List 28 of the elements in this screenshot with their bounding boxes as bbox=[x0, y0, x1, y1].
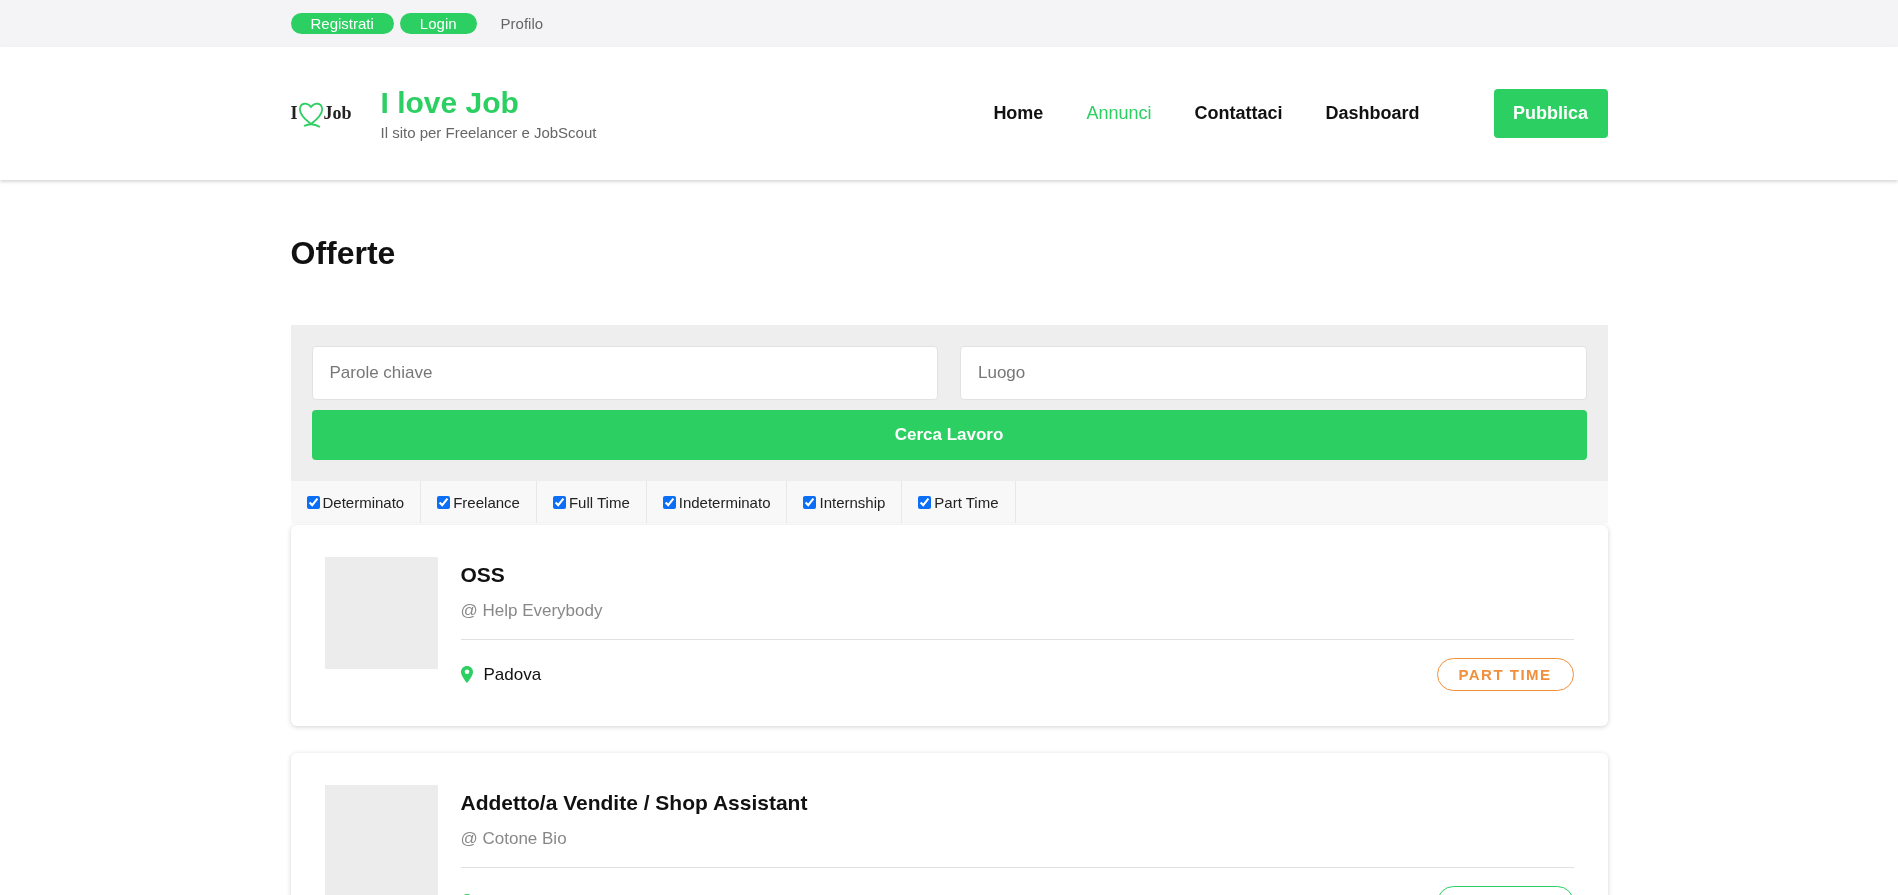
map-pin-icon bbox=[460, 666, 473, 683]
filter-checkbox[interactable] bbox=[437, 495, 451, 509]
filter-checkbox[interactable] bbox=[306, 495, 320, 509]
site-tagline: Il sito per Freelancer e JobScout bbox=[380, 124, 597, 141]
filter-label: Full Time bbox=[568, 493, 630, 511]
site-title: I love Job bbox=[380, 86, 520, 120]
filter-label: Determinato bbox=[322, 493, 405, 511]
logo: I Job bbox=[290, 99, 381, 128]
nav-link[interactable]: Home bbox=[993, 103, 1044, 124]
nav-link[interactable]: Contattaci bbox=[1194, 103, 1283, 124]
company-name: @ Help Everybody bbox=[460, 601, 604, 621]
filter-label: Internship bbox=[819, 493, 886, 511]
page-title: Offerte bbox=[290, 234, 397, 273]
job-location: Padova bbox=[483, 664, 542, 685]
filter-label: Part Time bbox=[934, 493, 999, 511]
filter-checkbox[interactable] bbox=[918, 495, 932, 509]
filter-label: Indeterminato bbox=[678, 493, 771, 511]
company-name: @ Cotone Bio bbox=[460, 829, 568, 849]
job-title[interactable]: Addetto/a Vendite / Shop Assistant bbox=[460, 791, 1574, 815]
job-title[interactable]: OSS bbox=[460, 563, 1574, 587]
filter-checkbox[interactable] bbox=[662, 495, 676, 509]
filter-label: Freelance bbox=[453, 493, 520, 511]
filter-checkbox[interactable] bbox=[552, 495, 566, 509]
nav-link[interactable]: Dashboard bbox=[1325, 103, 1420, 124]
location-field[interactable]: Luogo bbox=[960, 346, 1587, 400]
profile-link[interactable]: Profilo bbox=[500, 15, 544, 32]
keywords-field[interactable]: Parole chiave bbox=[311, 346, 938, 400]
filter-checkbox[interactable] bbox=[803, 495, 817, 509]
